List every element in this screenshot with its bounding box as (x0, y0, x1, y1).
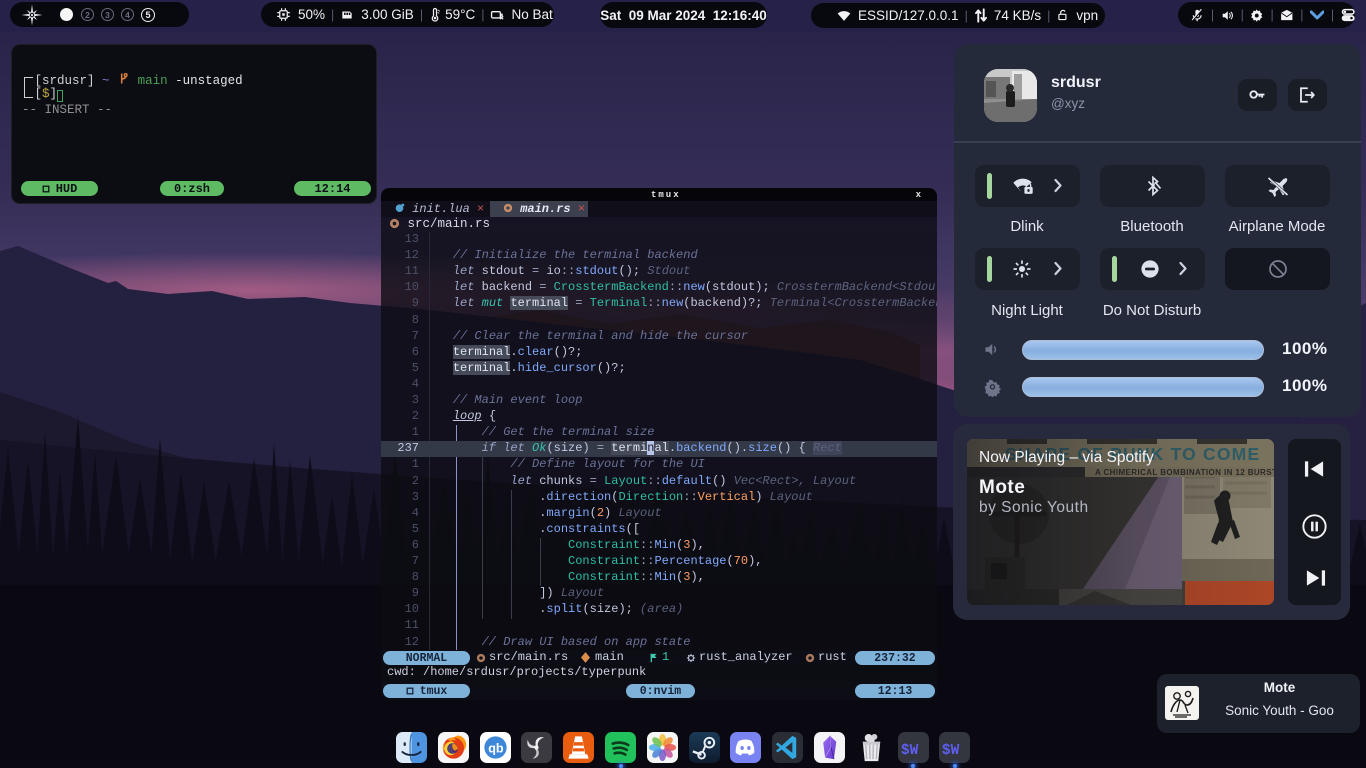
svg-text:$W: $W (942, 743, 960, 759)
svg-text:qb: qb (488, 741, 504, 755)
svg-text:$W: $W (901, 743, 919, 759)
